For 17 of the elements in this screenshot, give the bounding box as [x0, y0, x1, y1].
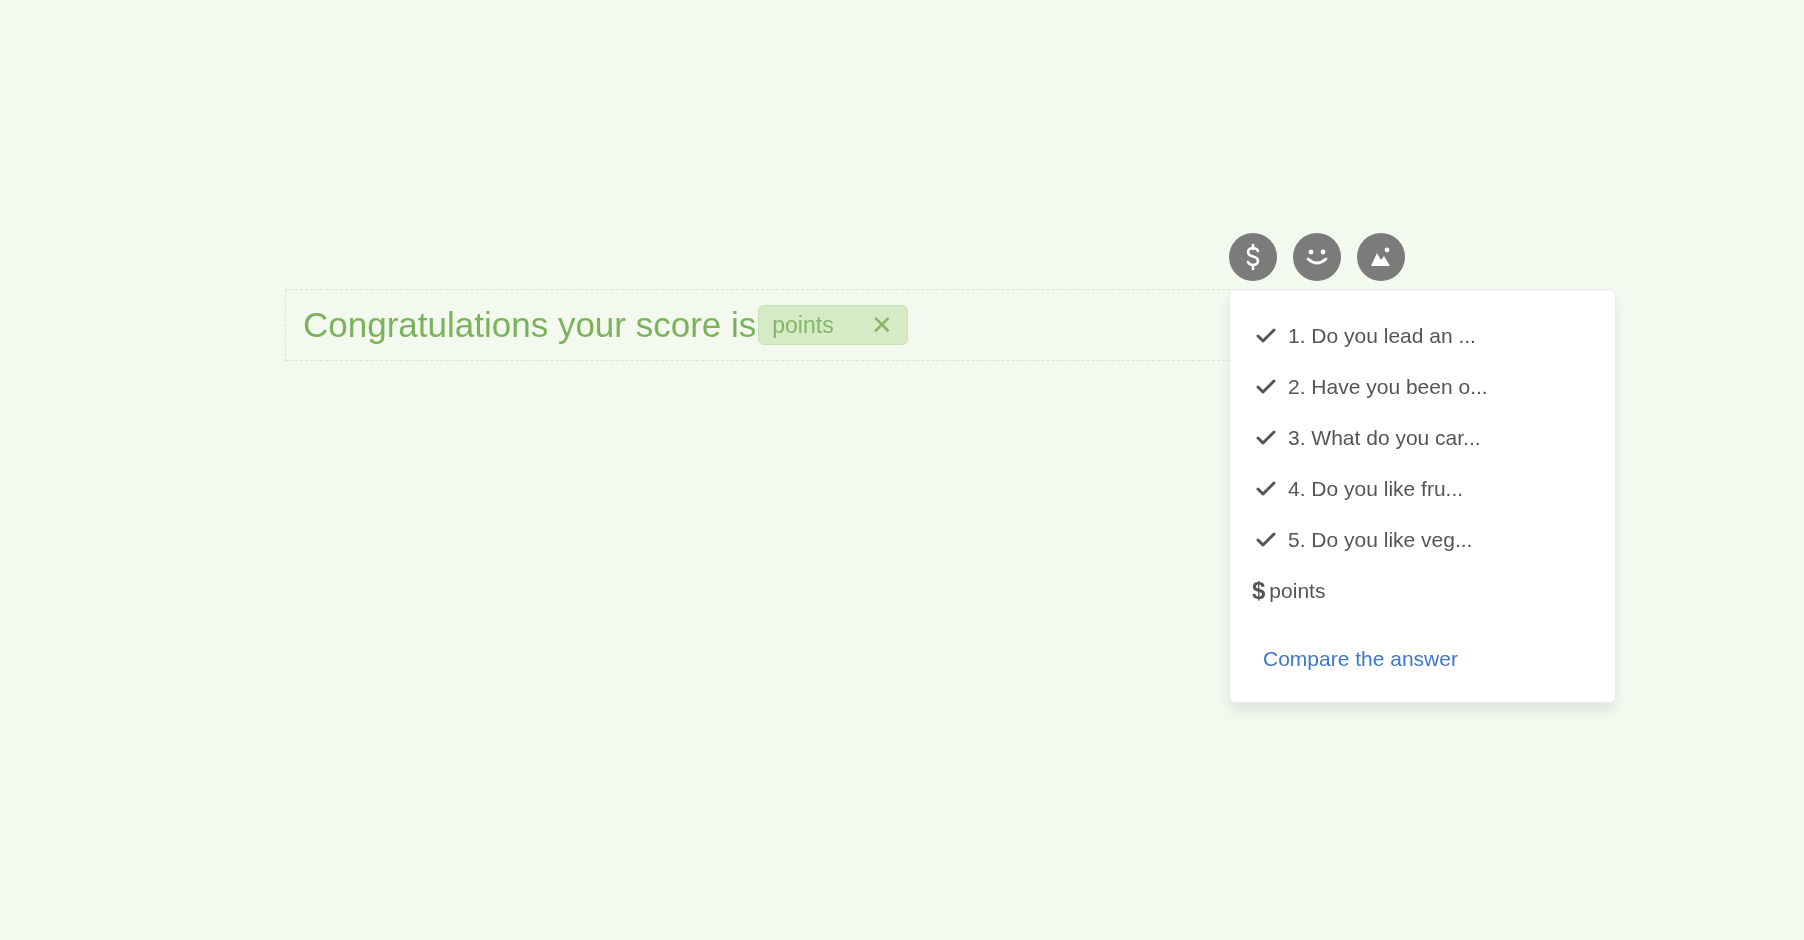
image-icon[interactable]: [1357, 233, 1405, 281]
compare-link[interactable]: Compare the answer: [1263, 643, 1615, 675]
check-icon: [1256, 480, 1276, 497]
dollar-icon[interactable]: [1229, 233, 1277, 281]
question-item[interactable]: 3. What do you car...: [1256, 412, 1615, 463]
chip-label: points: [772, 310, 834, 340]
check-icon: [1256, 327, 1276, 344]
check-icon: [1256, 531, 1276, 548]
question-item[interactable]: 4. Do you like fru...: [1256, 463, 1615, 514]
question-item[interactable]: 2. Have you been o...: [1256, 361, 1615, 412]
check-icon: [1256, 429, 1276, 446]
check-icon: [1256, 378, 1276, 395]
question-item[interactable]: 1. Do you lead an ...: [1256, 310, 1615, 361]
editor-text: Congratulations your score is: [303, 303, 757, 346]
smiley-icon[interactable]: [1293, 233, 1341, 281]
variable-item[interactable]: $ points: [1252, 565, 1615, 616]
question-item[interactable]: 5. Do you like veg...: [1256, 514, 1615, 565]
